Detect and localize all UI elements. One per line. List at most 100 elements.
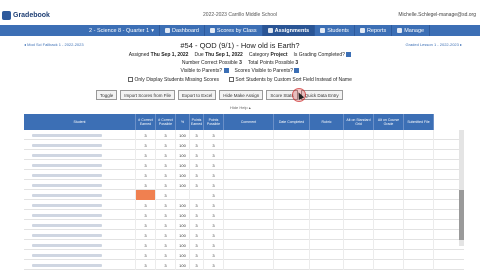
nav-reports[interactable]: Reports [355, 25, 393, 36]
score-cell[interactable]: 3 [136, 210, 156, 220]
graded-checkbox[interactable] [346, 52, 352, 58]
grid-cell[interactable] [224, 170, 274, 180]
column-header[interactable]: Points Possible [204, 114, 224, 130]
grid-cell[interactable] [374, 210, 404, 220]
student-name-cell[interactable] [24, 200, 136, 210]
column-header[interactable]: Alt on Standard Grid [344, 114, 374, 130]
grid-cell[interactable] [404, 250, 434, 260]
score-cell[interactable]: 100 [176, 250, 190, 260]
grid-cell[interactable] [344, 210, 374, 220]
grid-cell[interactable] [344, 240, 374, 250]
column-header[interactable]: # Correct Possible [156, 114, 176, 130]
score-cell[interactable]: 3 [190, 180, 204, 190]
score-cell[interactable]: 3 [190, 140, 204, 150]
grid-cell[interactable] [374, 240, 404, 250]
score-cell[interactable]: 3 [136, 240, 156, 250]
column-header[interactable]: Date Completed [274, 114, 310, 130]
student-name-cell[interactable] [24, 140, 136, 150]
column-header[interactable]: Student [24, 114, 136, 130]
score-cell[interactable]: 3 [136, 160, 156, 170]
grid-cell[interactable] [274, 160, 310, 170]
quick-data-entry-button[interactable]: Quick Data Entry [300, 90, 343, 100]
score-cell[interactable]: 3 [156, 240, 176, 250]
grid-cell[interactable] [374, 180, 404, 190]
grid-cell[interactable] [404, 220, 434, 230]
score-cell[interactable]: 3 [156, 210, 176, 220]
score-cell[interactable]: 100 [176, 220, 190, 230]
grid-cell[interactable] [310, 170, 344, 180]
score-cell[interactable]: 3 [136, 150, 156, 160]
score-cell[interactable]: 3 [190, 250, 204, 260]
nav-dashboard[interactable]: Dashboard [160, 25, 205, 36]
grid-cell[interactable] [224, 190, 274, 200]
score-cell[interactable]: 100 [176, 260, 190, 270]
scores-visible-checkbox[interactable] [294, 68, 300, 74]
nav-students[interactable]: Students [315, 25, 355, 36]
score-cell[interactable]: 3 [190, 220, 204, 230]
grid-cell[interactable] [374, 260, 404, 270]
class-selector[interactable]: 2 - Science 8 - Quarter 1 ▾ [84, 25, 160, 36]
grid-cell[interactable] [274, 190, 310, 200]
grid-cell[interactable] [224, 130, 274, 140]
score-cell[interactable]: 3 [190, 210, 204, 220]
grid-cell[interactable] [224, 160, 274, 170]
grid-cell[interactable] [274, 210, 310, 220]
grid-cell[interactable] [274, 200, 310, 210]
grid-cell[interactable] [310, 210, 344, 220]
grid-cell[interactable] [344, 220, 374, 230]
student-name-cell[interactable] [24, 220, 136, 230]
score-cell[interactable]: 3 [190, 150, 204, 160]
grid-cell[interactable] [310, 190, 344, 200]
grid-cell[interactable] [224, 150, 274, 160]
grid-cell[interactable] [274, 130, 310, 140]
score-cell[interactable]: 3 [136, 230, 156, 240]
score-cell[interactable]: 3 [156, 200, 176, 210]
grid-cell[interactable] [224, 210, 274, 220]
score-cell[interactable]: 3 [136, 170, 156, 180]
score-cell[interactable]: 100 [176, 130, 190, 140]
table-row[interactable]: 3 3 100 3 3 [24, 160, 464, 170]
grid-cell[interactable] [344, 190, 374, 200]
score-cell[interactable]: 3 [190, 260, 204, 270]
score-cell[interactable]: 3 [204, 130, 224, 140]
score-cell[interactable]: 3 [190, 170, 204, 180]
column-header[interactable]: Rubric [310, 114, 344, 130]
table-row[interactable]: 3 3 100 3 3 [24, 260, 464, 270]
grid-cell[interactable] [344, 260, 374, 270]
scrollbar-thumb[interactable] [459, 190, 464, 240]
grid-cell[interactable] [274, 170, 310, 180]
score-cell[interactable]: 3 [204, 200, 224, 210]
grid-cell[interactable] [224, 140, 274, 150]
category-value[interactable]: Project [271, 52, 288, 58]
correct-value[interactable]: 3 [239, 60, 242, 66]
export-excel-button[interactable]: Export to Excel [178, 90, 217, 100]
grid-cell[interactable] [224, 260, 274, 270]
grid-cell[interactable] [274, 150, 310, 160]
grid-cell[interactable] [344, 180, 374, 190]
grid-cell[interactable] [404, 130, 434, 140]
table-row[interactable]: 33 [24, 190, 464, 200]
score-cell[interactable]: 3 [156, 140, 176, 150]
column-header[interactable]: Comment [224, 114, 274, 130]
grid-cell[interactable] [404, 180, 434, 190]
grid-cell[interactable] [404, 230, 434, 240]
table-row[interactable]: 3 3 100 3 3 [24, 240, 464, 250]
grid-scrollbar[interactable] [459, 130, 464, 246]
grid-cell[interactable] [374, 160, 404, 170]
grid-cell[interactable] [374, 150, 404, 160]
table-row[interactable]: 3 3 100 3 3 [24, 250, 464, 260]
score-cell[interactable]: 100 [176, 140, 190, 150]
import-scores-button[interactable]: Import Scores from File [120, 90, 176, 100]
grid-cell[interactable] [404, 190, 434, 200]
student-name-cell[interactable] [24, 160, 136, 170]
table-row[interactable]: 3 3 100 3 3 [24, 210, 464, 220]
table-row[interactable]: 3 3 100 3 3 [24, 130, 464, 140]
table-row[interactable]: 3 3 100 3 3 [24, 170, 464, 180]
grid-cell[interactable] [344, 150, 374, 160]
score-cell[interactable]: 3 [190, 240, 204, 250]
grid-cell[interactable] [310, 250, 344, 260]
score-cell[interactable]: 3 [136, 250, 156, 260]
missing-score-cell[interactable] [136, 190, 156, 200]
nav-scores-by-class[interactable]: Scores by Class [205, 25, 263, 36]
student-name-cell[interactable] [24, 150, 136, 160]
